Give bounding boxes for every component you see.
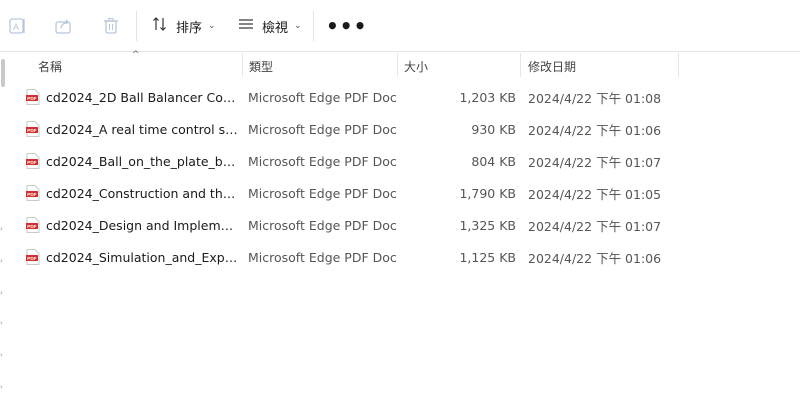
- toolbar-divider: [313, 11, 314, 41]
- expand-arrow-icon[interactable]: ›: [0, 289, 4, 297]
- file-name: cd2024_Design and Implementat...: [46, 217, 238, 233]
- column-header-name[interactable]: 名稱: [32, 53, 242, 79]
- scrollbar-thumb[interactable]: [1, 59, 5, 87]
- file-date: 2024/4/22 下午 01:07: [528, 218, 662, 234]
- file-name-cell: PDF cd2024_Design and Implementat...: [26, 209, 240, 241]
- file-date: 2024/4/22 下午 01:06: [528, 250, 662, 266]
- view-icon: [238, 16, 254, 36]
- svg-text:PDF: PDF: [27, 96, 36, 101]
- chevron-down-icon: ⌄: [294, 21, 302, 31]
- file-row[interactable]: PDF cd2024_Ball_on_the_plate_balanc... M…: [26, 145, 686, 177]
- column-header-type[interactable]: 類型: [243, 53, 397, 79]
- column-divider[interactable]: [520, 53, 521, 77]
- expand-arrow-icon[interactable]: ›: [0, 319, 4, 327]
- file-type: Microsoft Edge PDF Doc...: [248, 121, 396, 137]
- column-header-date[interactable]: 修改日期: [522, 53, 677, 79]
- svg-text:PDF: PDF: [27, 224, 36, 229]
- file-row[interactable]: PDF cd2024_2D Ball Balancer Control ... …: [26, 81, 686, 113]
- file-size: 1,325 KB: [459, 217, 516, 233]
- rename-icon[interactable]: A: [8, 16, 28, 36]
- file-type: Microsoft Edge PDF Doc...: [248, 217, 396, 233]
- column-header-row: ^ 名稱 類型 大小 修改日期: [26, 50, 800, 79]
- file-date: 2024/4/22 下午 01:05: [528, 186, 662, 202]
- expand-arrow-icon[interactable]: ›: [0, 225, 4, 233]
- file-name: cd2024_2D Ball Balancer Control ...: [46, 89, 238, 105]
- file-name-cell: PDF cd2024_Ball_on_the_plate_balanc...: [26, 145, 240, 177]
- file-row[interactable]: PDF cd2024_Design and Implementat... Mic…: [26, 209, 686, 241]
- expand-arrow-icon[interactable]: ›: [0, 383, 4, 391]
- pdf-file-icon: PDF: [26, 153, 40, 169]
- file-name: cd2024_Ball_on_the_plate_balanc...: [46, 153, 238, 169]
- pdf-file-icon: PDF: [26, 217, 40, 233]
- svg-text:A: A: [13, 22, 19, 32]
- sort-icon: [152, 16, 168, 36]
- chevron-down-icon: ⌄: [208, 21, 216, 31]
- file-date: 2024/4/22 下午 01:07: [528, 154, 662, 170]
- file-type: Microsoft Edge PDF Doc...: [248, 185, 396, 201]
- file-size: 930 KB: [471, 121, 516, 137]
- file-type: Microsoft Edge PDF Doc...: [248, 153, 396, 169]
- sort-button[interactable]: 排序 ⌄: [152, 12, 216, 40]
- file-row[interactable]: PDF cd2024_A real time control syste... …: [26, 113, 686, 145]
- file-type: Microsoft Edge PDF Doc...: [248, 249, 396, 265]
- delete-icon[interactable]: [101, 16, 121, 36]
- file-row[interactable]: PDF cd2024_Construction and theore... Mi…: [26, 177, 686, 209]
- file-size: 804 KB: [471, 153, 516, 169]
- toolbar-divider: [136, 11, 137, 41]
- command-bar: A 排序 ⌄ 檢視 ⌄ •••: [0, 0, 800, 52]
- svg-text:PDF: PDF: [27, 128, 36, 133]
- view-label: 檢視: [262, 20, 289, 36]
- column-divider[interactable]: [678, 53, 679, 77]
- sort-label: 排序: [176, 20, 203, 36]
- file-name: cd2024_A real time control syste...: [46, 121, 238, 137]
- file-name: cd2024_Simulation_and_Experim...: [46, 249, 238, 265]
- expand-arrow-icon[interactable]: ›: [0, 351, 4, 359]
- file-size: 1,203 KB: [459, 89, 516, 105]
- file-date: 2024/4/22 下午 01:06: [528, 122, 662, 138]
- file-row[interactable]: PDF cd2024_Simulation_and_Experim... Mic…: [26, 241, 686, 273]
- share-icon[interactable]: [54, 16, 74, 36]
- column-header-size[interactable]: 大小: [398, 53, 520, 79]
- more-options-button[interactable]: •••: [326, 12, 367, 40]
- pdf-file-icon: PDF: [26, 89, 40, 105]
- file-name-cell: PDF cd2024_2D Ball Balancer Control ...: [26, 81, 240, 113]
- pdf-file-icon: PDF: [26, 121, 40, 137]
- file-name-cell: PDF cd2024_Simulation_and_Experim...: [26, 241, 240, 273]
- svg-text:PDF: PDF: [27, 192, 36, 197]
- file-date: 2024/4/22 下午 01:08: [528, 90, 662, 106]
- file-size: 1,790 KB: [459, 185, 516, 201]
- navigation-pane-edge: › › › › › ›: [0, 53, 8, 418]
- expand-arrow-icon[interactable]: ›: [0, 257, 4, 265]
- file-name-cell: PDF cd2024_Construction and theore...: [26, 177, 240, 209]
- file-name-cell: PDF cd2024_A real time control syste...: [26, 113, 240, 145]
- svg-text:PDF: PDF: [27, 256, 36, 261]
- pdf-file-icon: PDF: [26, 249, 40, 265]
- svg-text:PDF: PDF: [27, 160, 36, 165]
- pdf-file-icon: PDF: [26, 185, 40, 201]
- file-size: 1,125 KB: [459, 249, 516, 265]
- view-button[interactable]: 檢視 ⌄: [238, 12, 302, 40]
- file-list: PDF cd2024_2D Ball Balancer Control ... …: [26, 81, 800, 273]
- file-name: cd2024_Construction and theore...: [46, 185, 238, 201]
- file-type: Microsoft Edge PDF Doc...: [248, 89, 396, 105]
